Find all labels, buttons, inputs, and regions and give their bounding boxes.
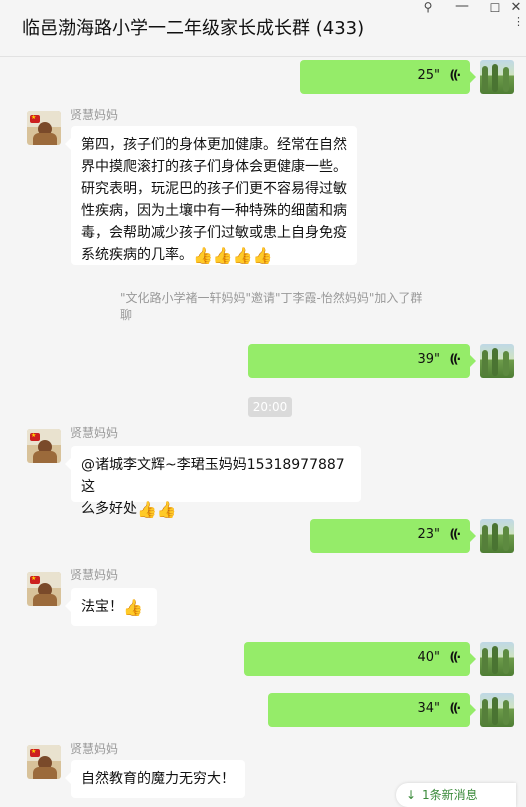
chat-header: 临邑渤海路小学一二年级家长成长群 (433) ⚲ — ☐ ✕ ⋮ [0,0,526,57]
minimize-icon[interactable]: — [455,0,469,14]
text-message[interactable]: 自然教育的魔力无穷大！ [65,760,245,798]
sender-avatar[interactable]: ★ [27,572,61,606]
thumbs-up-icon: 👍 [123,598,143,617]
voice-message[interactable]: 39" ((· [248,344,476,378]
message-line: 第四，孩子们的身体更加健康。经常在自然 [81,137,347,153]
more-options-icon[interactable]: ⋮ [513,16,524,27]
voice-wave-icon: ((· [449,352,460,366]
sender-avatar[interactable]: ★ [27,111,61,145]
sender-name: 贤慧妈妈 [70,568,119,582]
sender-name: 贤慧妈妈 [70,742,119,756]
message-line: 自然教育的魔力无穷大！ [81,771,235,787]
system-notice: "文化路小学褚一轩妈妈"邀请"丁李霞-怡然妈妈"加入了群聊 [120,291,423,322]
voice-message[interactable]: 40" ((· [244,642,476,676]
voice-wave-icon: ((· [449,701,460,715]
my-avatar[interactable] [480,642,514,676]
voice-message[interactable]: 23" ((· [310,519,476,553]
thumbs-up-icon: 👍 [232,246,253,265]
voice-duration: 25" [417,68,440,83]
voice-message[interactable]: 25" ((· [300,60,476,94]
text-message[interactable]: 第四，孩子们的身体更加健康。经常在自然 界中摸爬滚打的孩子们身体会更健康一些。 … [65,126,357,265]
thumbs-up-icon: 👍 [252,246,273,265]
message-line: 么多好处 [81,501,137,517]
sender-name: 贤慧妈妈 [70,426,119,440]
close-icon[interactable]: ✕ [509,0,523,15]
message-line: 界中摸爬滚打的孩子们身体会更健康一些。 [81,159,347,175]
voice-duration: 34" [417,701,440,716]
thumbs-up-icon: 👍 [156,500,177,519]
voice-message[interactable]: 34" ((· [268,693,476,727]
message-line: 研究表明，玩泥巴的孩子们更不容易得过敏 [81,181,347,197]
sender-avatar[interactable]: ★ [27,429,61,463]
voice-wave-icon: ((· [449,68,460,82]
voice-wave-icon: ((· [449,650,460,664]
new-messages-button[interactable]: ↓ 1条新消息 [396,783,516,807]
my-avatar[interactable] [480,60,514,94]
voice-duration: 39" [417,352,440,367]
my-avatar[interactable] [480,693,514,727]
voice-wave-icon: ((· [449,527,460,541]
group-title: 临邑渤海路小学一二年级家长成长群 (433) [22,18,365,39]
sender-avatar[interactable]: ★ [27,745,61,779]
text-message[interactable]: 法宝！👍 [65,588,157,626]
thumbs-up-icon: 👍 [193,246,213,265]
voice-duration: 23" [417,527,440,542]
my-avatar[interactable] [480,519,514,553]
maximize-icon[interactable]: ☐ [488,1,502,15]
message-line: @诸城李文辉~李珺玉妈妈15318977887 这 [81,457,345,495]
thumbs-up-icon: 👍 [212,246,233,265]
voice-duration: 40" [417,650,440,665]
message-line: 系统疾病的几率。 [81,247,193,263]
new-messages-label: 1条新消息 [422,788,478,802]
timestamp-badge: 20:00 [248,397,292,417]
thumbs-up-icon: 👍 [137,500,157,519]
arrow-down-icon: ↓ [406,788,417,802]
message-line: 性疾病，因为土壤中有一种特殊的细菌和病 [81,203,347,219]
message-line: 法宝！ [81,599,123,615]
sender-name: 贤慧妈妈 [70,108,119,122]
text-message[interactable]: @诸城李文辉~李珺玉妈妈15318977887 这 么多好处👍👍 [65,446,361,519]
pin-icon[interactable]: ⚲ [421,0,435,14]
message-line: 毒，会帮助减少孩子们过敏或患上自身免疫 [81,225,347,241]
my-avatar[interactable] [480,344,514,378]
